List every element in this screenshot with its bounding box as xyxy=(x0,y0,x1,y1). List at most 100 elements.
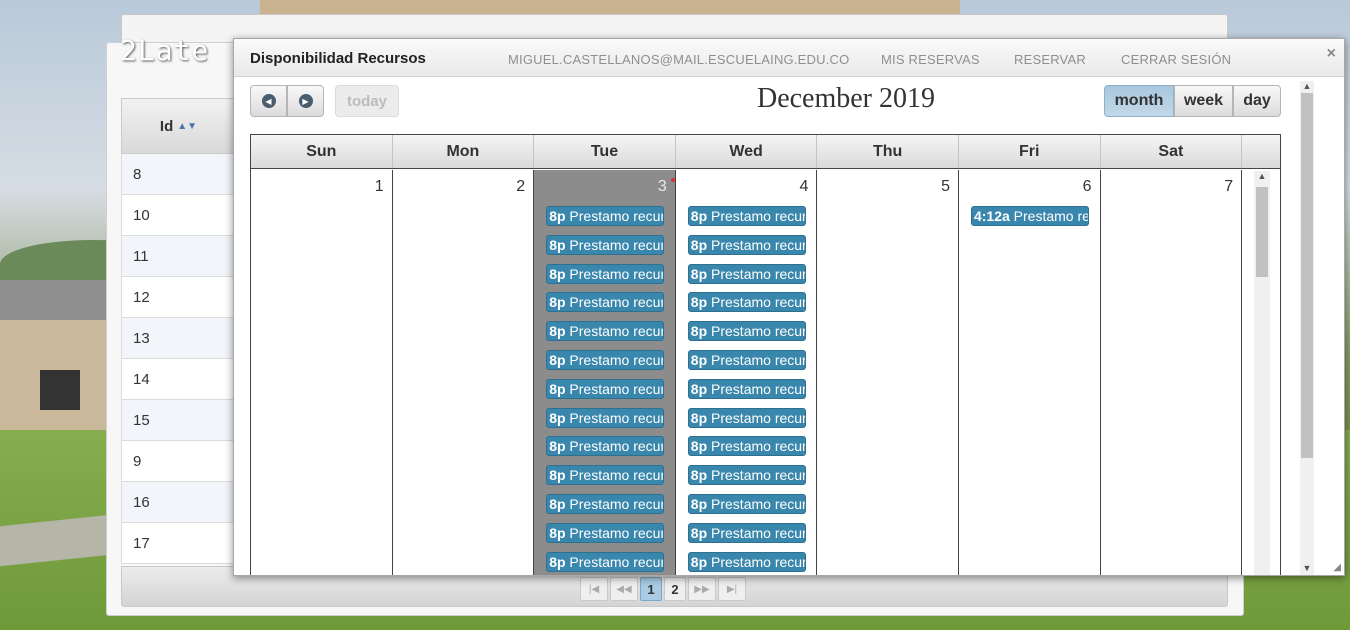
modal-scrollbar[interactable]: ▲ ▼ xyxy=(1300,81,1314,575)
event-title: Prestamo recurso xyxy=(569,208,665,224)
event-title: Prestamo recurso xyxy=(711,553,806,570)
event-time: 8p xyxy=(549,323,566,340)
event-time: 8p xyxy=(549,208,566,224)
column-header-id[interactable]: Id ▲▼ xyxy=(121,98,236,154)
day-cell[interactable]: 1 xyxy=(251,170,393,575)
table-row[interactable]: 13 xyxy=(121,318,236,359)
table-row[interactable]: 12 xyxy=(121,277,236,318)
table-row[interactable]: 17 xyxy=(121,523,236,564)
weekday-header-fri: Fri xyxy=(959,135,1101,168)
calendar-event[interactable]: 8p Prestamo recurso xyxy=(546,436,665,457)
calendar-event[interactable]: 8p Prestamo recurso xyxy=(687,436,806,457)
calendar-event[interactable]: 8p Prestamo recurso xyxy=(687,206,806,226)
event-title: Prestamo recurso xyxy=(711,236,806,253)
day-cell[interactable]: 5 xyxy=(817,170,959,575)
day-cell[interactable]: 2 xyxy=(393,170,535,575)
nav-logout[interactable]: CERRAR SESIÓN xyxy=(1121,52,1231,67)
calendar-event[interactable]: 8p Prestamo recurso xyxy=(687,234,806,255)
month-view-button[interactable]: month xyxy=(1104,85,1174,117)
page-1-button[interactable]: 1 xyxy=(640,577,662,601)
nav-reserve[interactable]: RESERVAR xyxy=(1014,52,1086,67)
table-row[interactable]: 16 xyxy=(121,482,236,523)
day-cell[interactable]: 38p Prestamo recurso8p Prestamo recurso8… xyxy=(534,170,676,575)
day-number[interactable]: 5 xyxy=(941,178,950,196)
table-row[interactable]: 14 xyxy=(121,359,236,400)
calendar-event[interactable]: 8p Prestamo recurso xyxy=(546,206,665,226)
calendar-grid: Sun Mon Tue Wed Thu Fri Sat 1 2 3 8p Prestamo rec… xyxy=(250,134,1281,575)
prev-month-button[interactable]: ◀ xyxy=(250,85,287,117)
event-title: Prestamo recurso xyxy=(569,351,665,368)
table-row[interactable]: 10 xyxy=(121,195,236,236)
table-row[interactable]: 15 xyxy=(121,400,236,441)
modal-navbar: Disponibilidad Recursos MIGUEL.CASTELLAN… xyxy=(234,39,1344,77)
page-2-button[interactable]: 2 xyxy=(664,577,686,601)
calendar-event[interactable]: 8p Prestamo recurso xyxy=(687,493,806,514)
day-cell[interactable]: 6 4:12a Prestamo recurso xyxy=(959,170,1101,575)
calendar-event[interactable]: 8p Prestamo recurso xyxy=(546,378,665,399)
calendar-event[interactable]: 8p Prestamo recurso xyxy=(687,407,806,428)
calendar-event[interactable]: 8p Prestamo recurso xyxy=(546,234,665,255)
day-number[interactable]: 1 xyxy=(375,178,384,196)
next-month-button[interactable]: ▶ xyxy=(287,85,324,117)
modal-brand[interactable]: Disponibilidad Recursos xyxy=(250,50,426,67)
calendar-title: December 2019 xyxy=(756,83,936,114)
calendar-event[interactable]: 8p Prestamo recurso xyxy=(687,263,806,284)
calendar-event[interactable]: 8p Prestamo recurso xyxy=(687,465,806,486)
modal-scroll-down-icon[interactable]: ▼ xyxy=(1300,563,1314,575)
day-view-button[interactable]: day xyxy=(1233,85,1281,117)
building-window xyxy=(40,370,80,410)
today-group: today xyxy=(335,85,399,117)
calendar-event[interactable]: 8p Prestamo recurso xyxy=(546,407,665,428)
day-number[interactable]: 6 xyxy=(1083,178,1092,196)
calendar-event[interactable]: 8p Prestamo recurso xyxy=(546,263,665,284)
modal-scroll-up-icon[interactable]: ▲ xyxy=(1300,81,1314,93)
table-row[interactable]: 9 xyxy=(121,441,236,482)
day-number[interactable]: 2 xyxy=(516,178,525,196)
prev-page-button[interactable]: ◀◀ xyxy=(610,577,638,601)
calendar-event[interactable]: 8p Prestamo recurso xyxy=(546,349,665,370)
nav-user-email[interactable]: MIGUEL.CASTELLANOS@MAIL.ESCUELAING.EDU.C… xyxy=(508,52,849,67)
scroll-up-icon[interactable]: ▲ xyxy=(1254,171,1270,183)
calendar-nav-buttons: ◀ ▶ xyxy=(250,85,324,117)
last-page-button[interactable]: ▶| xyxy=(718,577,746,601)
calendar-event[interactable]: 8p Prestamo recurso xyxy=(687,522,806,543)
day-number[interactable]: 4 xyxy=(799,178,808,196)
next-page-button[interactable]: ▶▶ xyxy=(688,577,716,601)
event-time: 8p xyxy=(690,208,708,224)
nav-my-reservations[interactable]: MIS RESERVAS xyxy=(881,52,980,67)
day-number[interactable]: 3 xyxy=(658,178,667,196)
first-page-button[interactable]: |◀ xyxy=(580,577,608,601)
calendar-event[interactable]: 8p Prestamo recurso xyxy=(546,551,665,572)
day-cell[interactable]: 48p Prestamo recurso8p Prestamo recurso8… xyxy=(676,170,818,575)
calendar-event[interactable]: 8p Prestamo recurso xyxy=(687,292,806,313)
calendar-scrollbar[interactable]: ▲ xyxy=(1254,171,1270,575)
today-button[interactable]: today xyxy=(335,85,399,117)
day-cell[interactable]: 7 xyxy=(1101,170,1243,575)
week-view-button[interactable]: week xyxy=(1174,85,1233,117)
close-icon[interactable]: × xyxy=(1327,45,1336,63)
event-title: Prestamo recurso xyxy=(711,495,806,512)
calendar-event[interactable]: 8p Prestamo recurso xyxy=(687,321,806,342)
calendar-scroll-thumb[interactable] xyxy=(1256,187,1268,277)
calendar-event[interactable]: 8p Prestamo recurso xyxy=(546,493,665,514)
day-number[interactable]: 7 xyxy=(1224,178,1233,196)
calendar-event[interactable]: 4:12a Prestamo recurso xyxy=(970,206,1089,226)
weekday-header-sat: Sat xyxy=(1101,135,1243,168)
calendar-event[interactable]: 8p Prestamo recurso xyxy=(546,465,665,486)
sort-icon[interactable]: ▲▼ xyxy=(177,121,197,132)
table-row[interactable]: 8 xyxy=(121,154,236,195)
event-time: 8p xyxy=(549,236,566,253)
table-row[interactable]: 11 xyxy=(121,236,236,277)
calendar-event[interactable]: 8p Prestamo recurso xyxy=(687,349,806,370)
event-title: Prestamo recurso xyxy=(569,380,665,397)
event-time: 8p xyxy=(549,294,566,311)
resize-handle-icon[interactable]: ◢ xyxy=(1333,562,1341,573)
calendar-event[interactable]: 8p Prestamo recurso xyxy=(546,522,665,543)
calendar-event[interactable]: 8p Prestamo recurso xyxy=(546,321,665,342)
event-time: 8p xyxy=(549,409,566,426)
calendar-event[interactable]: 8p Prestamo recurso xyxy=(687,378,806,399)
event-time: 8p xyxy=(690,380,708,397)
calendar-event[interactable]: 8p Prestamo recurso xyxy=(687,551,806,572)
modal-scroll-thumb[interactable] xyxy=(1301,93,1313,458)
calendar-event[interactable]: 8p Prestamo recurso xyxy=(546,292,665,313)
